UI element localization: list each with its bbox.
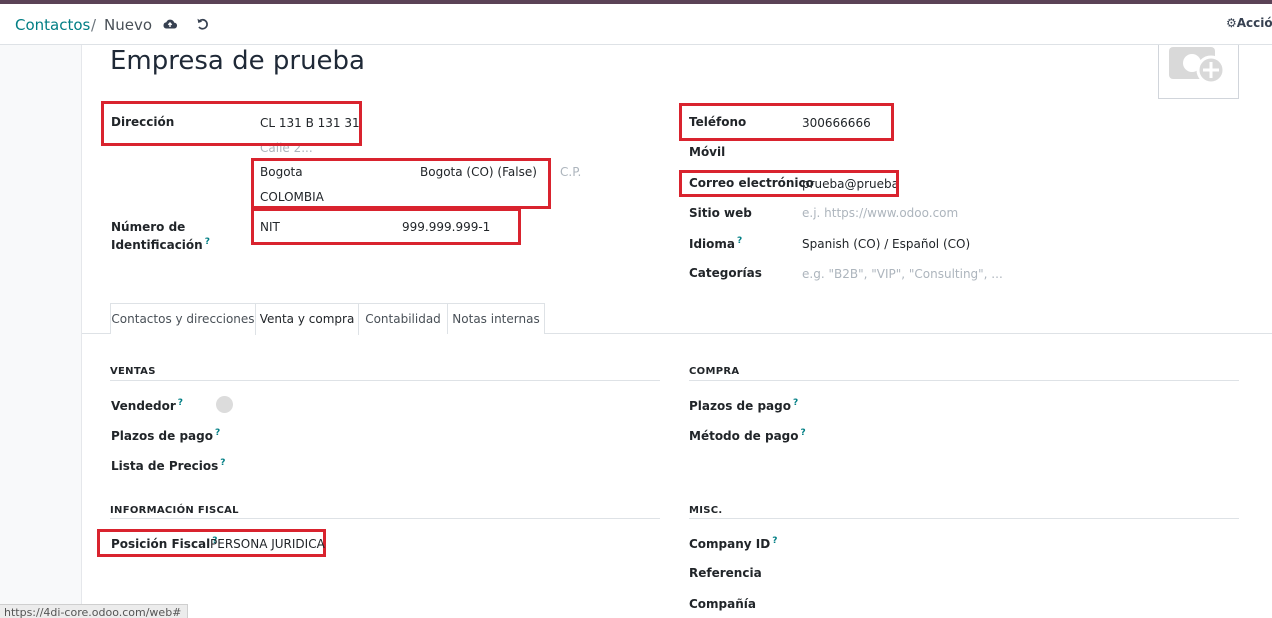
camera-plus-icon xyxy=(1169,47,1226,85)
help-tooltip-icon[interactable]: ? xyxy=(205,237,210,247)
help-tooltip-icon[interactable]: ? xyxy=(178,398,183,408)
tab-accounting[interactable]: Contabilidad xyxy=(358,303,448,334)
help-tooltip-icon[interactable]: ? xyxy=(220,458,225,468)
tags-label: Categorías xyxy=(689,266,762,280)
help-tooltip-icon[interactable]: ? xyxy=(737,236,742,246)
section-divider xyxy=(110,518,660,519)
record-name-field[interactable]: Empresa de prueba xyxy=(110,46,365,76)
highlight-box-identification xyxy=(251,208,521,245)
section-divider xyxy=(689,380,1239,381)
salesperson-avatar[interactable] xyxy=(216,396,233,413)
website-label: Sitio web xyxy=(689,206,752,220)
highlight-box-phone xyxy=(679,103,894,141)
help-tooltip-icon[interactable]: ? xyxy=(215,428,220,438)
help-tooltip-icon[interactable]: ? xyxy=(793,398,798,408)
breadcrumb-contacts-link[interactable]: Contactos xyxy=(15,16,90,34)
reference-label: Referencia xyxy=(689,566,762,580)
zip-field[interactable]: C.P. xyxy=(560,165,581,179)
pricelist-label: Lista de Precios? xyxy=(111,458,226,473)
help-tooltip-icon[interactable]: ? xyxy=(772,536,777,546)
highlight-box-city-country xyxy=(251,158,551,209)
avatar-upload[interactable] xyxy=(1158,45,1239,99)
actions-menu-button[interactable]: ⚙Acción xyxy=(1226,16,1272,30)
section-divider xyxy=(110,380,660,381)
browser-status-url: https://4di-core.odoo.com/web# xyxy=(0,604,189,618)
mobile-label: Móvil xyxy=(689,145,726,159)
website-field[interactable]: e.j. https://www.odoo.com xyxy=(802,206,958,220)
purchase-section-title: COMPRA xyxy=(689,366,740,377)
gear-icon: ⚙ xyxy=(1226,16,1237,30)
breadcrumb-current: Nuevo xyxy=(104,16,153,34)
language-label: Idioma? xyxy=(689,236,743,251)
language-field[interactable]: Spanish (CO) / Español (CO) xyxy=(802,237,970,251)
cloud-upload-icon[interactable] xyxy=(162,16,178,32)
highlight-box-address xyxy=(101,101,362,146)
purchase-payment-terms-label: Plazos de pago? xyxy=(689,398,799,413)
identification-label-line1: Número de xyxy=(111,220,186,234)
tab-sales-purchase[interactable]: Venta y compra xyxy=(255,303,359,335)
section-divider xyxy=(689,518,1239,519)
company-label: Compañía xyxy=(689,597,756,611)
undo-icon[interactable] xyxy=(195,16,211,32)
identification-label-line2: Identificación? xyxy=(111,237,210,252)
fiscal-section-title: INFORMACIÓN FISCAL xyxy=(110,505,239,516)
sales-payment-terms-label: Plazos de pago? xyxy=(111,428,221,443)
company-id-label: Company ID? xyxy=(689,536,778,551)
breadcrumb-separator: / xyxy=(91,16,97,34)
actions-label: Acción xyxy=(1236,16,1272,30)
tags-field[interactable]: e.g. "B2B", "VIP", "Consulting", ... xyxy=(802,267,1003,281)
tab-contacts-addresses[interactable]: Contactos y direcciones xyxy=(110,303,256,334)
highlight-box-email xyxy=(679,170,899,197)
fiscal-position-field[interactable]: PERSONA JURIDICA xyxy=(210,537,325,551)
tab-internal-notes[interactable]: Notas internas xyxy=(447,303,545,334)
salesperson-label: Vendedor? xyxy=(111,398,184,413)
control-panel: Contactos / Nuevo ⚙Acción xyxy=(0,4,1272,45)
left-gutter xyxy=(0,45,82,618)
sales-section-title: VENTAS xyxy=(110,366,156,377)
misc-section-title: MISC. xyxy=(689,505,723,516)
fiscal-position-label: Posición Fiscal? xyxy=(111,536,218,551)
help-tooltip-icon[interactable]: ? xyxy=(801,428,806,438)
payment-method-label: Método de pago? xyxy=(689,428,806,443)
